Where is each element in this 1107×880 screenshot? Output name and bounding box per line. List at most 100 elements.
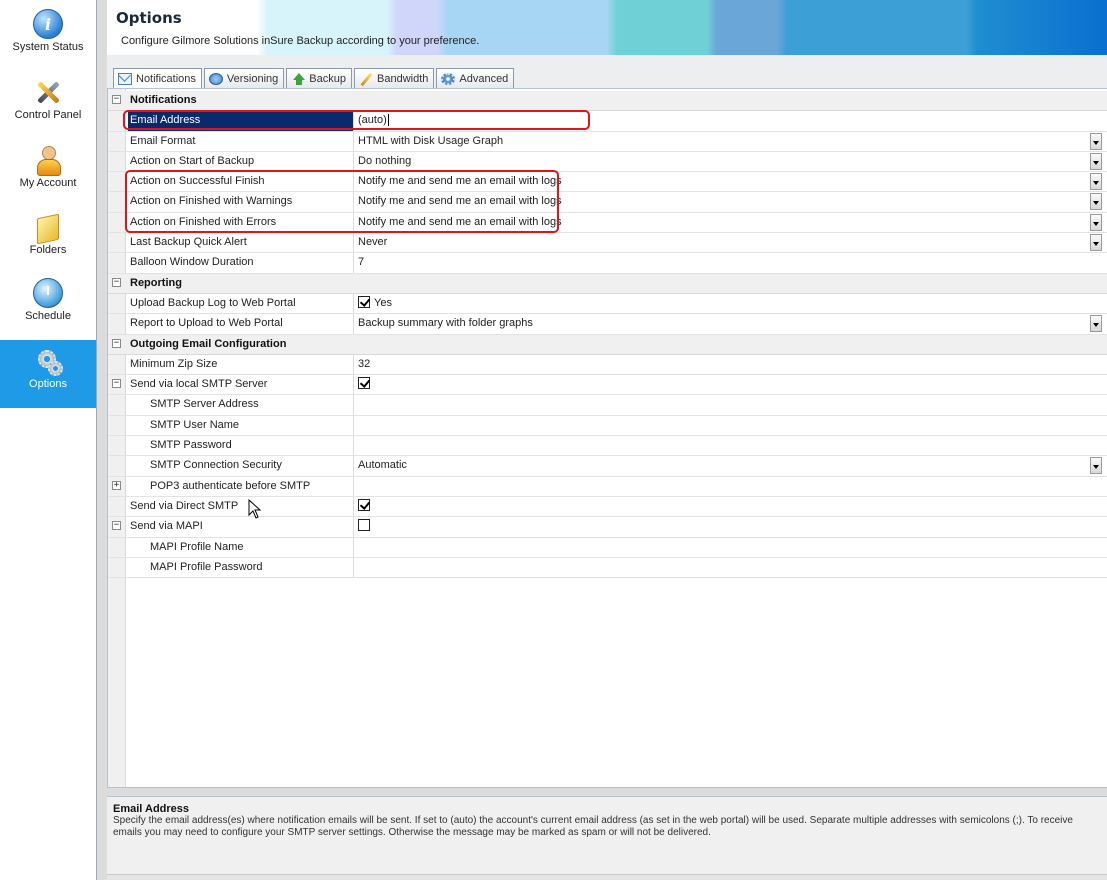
tab-notifications[interactable]: Notifications (113, 68, 202, 89)
sidebar-item-label: Options (29, 378, 67, 390)
sidebar-item-schedule[interactable]: Schedule (0, 272, 96, 340)
row-upload-log[interactable]: Upload Backup Log to Web Portal Yes (108, 293, 1107, 315)
mouse-cursor-icon (248, 499, 262, 519)
smtp-password-input[interactable] (354, 436, 1102, 455)
row-successful-finish[interactable]: Action on Successful Finish Notify me an… (108, 172, 1107, 193)
smtp-security-select[interactable]: Automatic (354, 456, 1102, 475)
description-panel: Email Address Specify the email address(… (107, 796, 1107, 880)
sidebar-item-folders[interactable]: Folders (0, 206, 96, 274)
property-name: SMTP Password (128, 436, 354, 456)
property-name: Send via MAPI (128, 517, 354, 537)
property-name: Action on Start of Backup (128, 151, 354, 172)
row-finished-with-errors[interactable]: Action on Finished with Errors Notify me… (108, 212, 1107, 234)
row-report-upload[interactable]: Report to Upload to Web Portal Backup su… (108, 314, 1107, 335)
page-subtitle: Configure Gilmore Solutions inSure Backu… (121, 35, 480, 47)
row-smtp-password[interactable]: SMTP Password (108, 436, 1107, 457)
report-upload-select[interactable]: Backup summary with folder graphs (354, 314, 1102, 333)
status-strip (107, 874, 1107, 880)
upload-log-checkbox[interactable] (358, 296, 370, 309)
tab-label: Advanced (459, 72, 509, 85)
clock-icon (33, 278, 63, 308)
local-smtp-value (354, 375, 1102, 394)
upload-log-value: Yes (354, 294, 1102, 313)
start-of-backup-select[interactable]: Do nothing (354, 152, 1102, 171)
mail-icon (118, 73, 132, 85)
category-title: Reporting (130, 276, 182, 289)
tab-backup[interactable]: Backup (286, 68, 352, 88)
dropdown-arrow-icon[interactable] (1090, 213, 1102, 231)
tools-icon (33, 77, 63, 107)
property-name: Report to Upload to Web Portal (128, 314, 354, 334)
smtp-address-input[interactable] (354, 395, 1102, 414)
balloon-duration-input[interactable]: 7 (354, 253, 1102, 272)
bandwidth-icon (359, 73, 373, 85)
dropdown-arrow-icon[interactable] (1090, 457, 1102, 475)
finished-with-errors-select[interactable]: Notify me and send me an email with logs (354, 213, 1102, 232)
email-format-select[interactable]: HTML with Disk Usage Graph (354, 132, 1102, 151)
collapse-icon[interactable]: − (112, 338, 121, 348)
property-name: Action on Successful Finish (128, 172, 354, 192)
page-title: Options (116, 9, 182, 27)
tab-bandwidth[interactable]: Bandwidth (354, 68, 435, 88)
collapse-icon[interactable]: − (112, 277, 121, 287)
property-name: SMTP Connection Security (128, 456, 354, 476)
property-name: SMTP Server Address (128, 395, 354, 415)
pop3-auth-value[interactable] (354, 477, 1102, 496)
mapi-profile-input[interactable] (354, 538, 1102, 557)
sidebar-item-options[interactable]: Options (0, 340, 96, 408)
dropdown-arrow-icon[interactable] (1090, 152, 1102, 170)
collapse-icon[interactable]: − (112, 521, 121, 531)
row-smtp-address[interactable]: SMTP Server Address (108, 395, 1107, 416)
dropdown-arrow-icon[interactable] (1090, 132, 1102, 150)
row-mapi-profile[interactable]: MAPI Profile Name (108, 537, 1107, 558)
expand-icon[interactable]: + (112, 480, 121, 490)
property-name: Send via local SMTP Server (128, 375, 354, 395)
row-mapi[interactable]: − Send via MAPI (108, 517, 1107, 538)
email-address-input[interactable]: (auto) (354, 111, 1102, 130)
mapi-checkbox[interactable] (358, 519, 370, 532)
sidebar-item-my-account[interactable]: My Account (0, 139, 96, 207)
mapi-value (354, 517, 1102, 536)
row-balloon-duration[interactable]: Balloon Window Duration 7 (108, 253, 1107, 274)
row-finished-with-warnings[interactable]: Action on Finished with Warnings Notify … (108, 192, 1107, 213)
finished-with-warnings-select[interactable]: Notify me and send me an email with logs (354, 192, 1102, 211)
mapi-password-input[interactable] (354, 558, 1102, 577)
dropdown-arrow-icon[interactable] (1090, 173, 1102, 191)
sidebar-item-system-status[interactable]: System Status (0, 3, 96, 71)
header-banner: Options Configure Gilmore Solutions inSu… (107, 0, 1107, 55)
upload-arrow-icon (291, 72, 306, 85)
tab-advanced[interactable]: Advanced (436, 68, 515, 88)
row-quick-alert[interactable]: Last Backup Quick Alert Never (108, 233, 1107, 254)
row-smtp-security[interactable]: SMTP Connection Security Automatic (108, 456, 1107, 477)
property-name: Email Address (128, 111, 354, 131)
local-smtp-checkbox[interactable] (358, 377, 370, 390)
property-name: Last Backup Quick Alert (128, 233, 354, 253)
row-start-of-backup[interactable]: Action on Start of Backup Do nothing (108, 151, 1107, 173)
collapse-icon[interactable]: − (112, 379, 121, 389)
quick-alert-select[interactable]: Never (354, 233, 1102, 252)
row-local-smtp[interactable]: − Send via local SMTP Server (108, 375, 1107, 396)
successful-finish-select[interactable]: Notify me and send me an email with logs (354, 172, 1102, 191)
dropdown-arrow-icon[interactable] (1090, 193, 1102, 211)
sidebar-item-control-panel[interactable]: Control Panel (0, 71, 96, 139)
row-email-format[interactable]: Email Format HTML with Disk Usage Graph (108, 131, 1107, 152)
row-min-zip[interactable]: Minimum Zip Size 32 (108, 354, 1107, 376)
dropdown-arrow-icon[interactable] (1090, 315, 1102, 333)
sidebar-item-label: Control Panel (14, 109, 82, 121)
category-notifications: − Notifications (108, 91, 1107, 112)
row-smtp-user[interactable]: SMTP User Name (108, 415, 1107, 437)
row-email-address[interactable]: Email Address (auto) (108, 111, 1107, 132)
collapse-icon[interactable]: − (112, 95, 121, 104)
property-name: Action on Finished with Warnings (128, 192, 354, 212)
row-pop3-auth[interactable]: + POP3 authenticate before SMTP (108, 476, 1107, 497)
sidebar-item-label: My Account (19, 177, 77, 189)
tab-label: Bandwidth (377, 72, 429, 85)
tab-versioning[interactable]: Versioning (203, 68, 285, 88)
smtp-user-input[interactable] (354, 416, 1102, 435)
dropdown-arrow-icon[interactable] (1090, 234, 1102, 252)
tab-label: Notifications (136, 73, 196, 85)
property-name: MAPI Profile Name (128, 537, 354, 557)
min-zip-input[interactable]: 32 (354, 355, 1102, 374)
direct-smtp-checkbox[interactable] (358, 499, 370, 512)
row-mapi-password[interactable]: MAPI Profile Password (108, 557, 1107, 579)
